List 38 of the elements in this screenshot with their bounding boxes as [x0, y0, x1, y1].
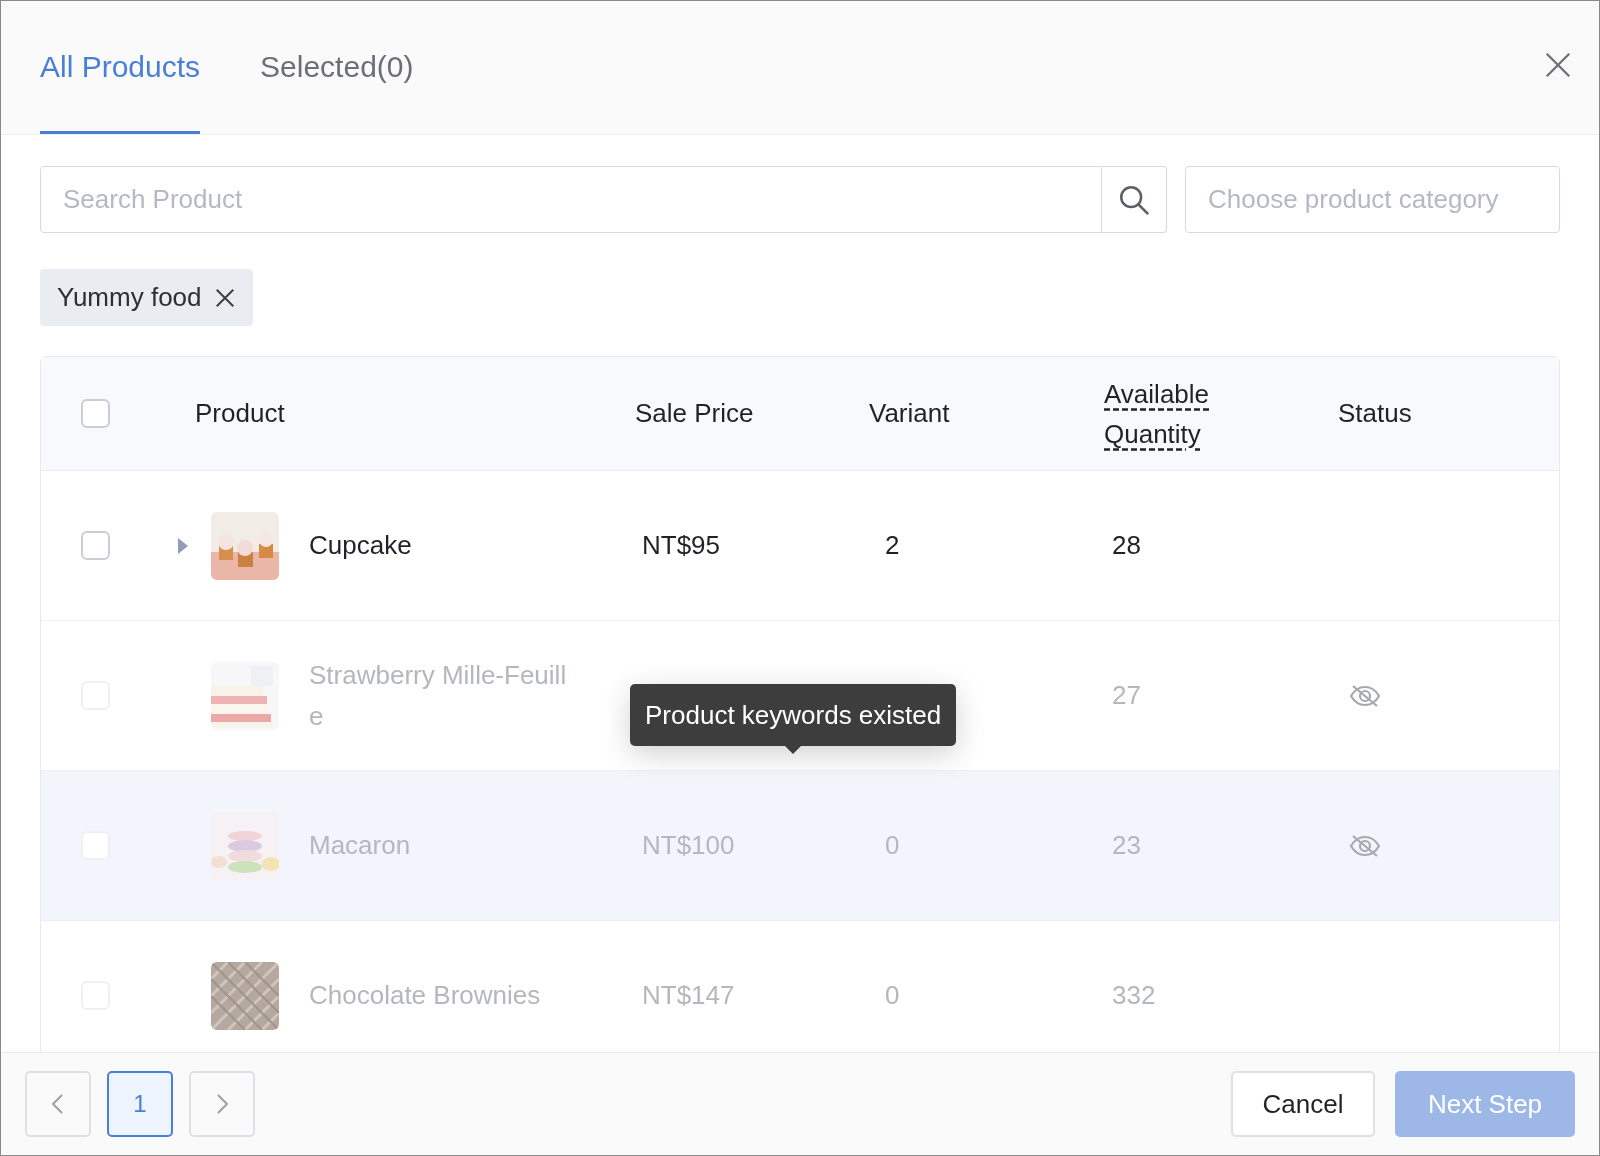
- table-cell: NT$147: [642, 980, 735, 1010]
- column-header[interactable]: Available Quantity: [1104, 373, 1224, 454]
- table-cell: 2: [885, 530, 900, 560]
- category-field[interactable]: Choose product category: [1185, 166, 1560, 233]
- cancel-button[interactable]: Cancel: [1231, 1071, 1375, 1137]
- tooltip-arrow-icon: [785, 746, 802, 754]
- chevron-left-icon: [51, 1093, 65, 1115]
- table-cell: 27: [1112, 680, 1141, 710]
- expand-caret-icon[interactable]: [177, 536, 189, 555]
- column-header: Product: [195, 398, 285, 428]
- search-button[interactable]: [1102, 166, 1167, 233]
- previous-page-button[interactable]: [25, 1071, 91, 1137]
- checkbox[interactable]: [81, 531, 110, 560]
- product-name: Cupcake: [309, 529, 413, 562]
- chevron-right-icon: [215, 1093, 229, 1115]
- product-name: Macaron: [309, 829, 412, 862]
- table-cell: 28: [1112, 530, 1141, 560]
- table-cell: 23: [1112, 830, 1141, 860]
- table-cell: 0: [885, 980, 900, 1010]
- product-name: Strawberry Mille-Feuille: [309, 658, 568, 733]
- close-icon[interactable]: [1543, 50, 1573, 80]
- column-header: Status: [1338, 398, 1412, 428]
- table-cell: 332: [1112, 980, 1156, 1010]
- checkbox[interactable]: [81, 399, 110, 428]
- product-name: Chocolate Brownies: [309, 979, 542, 1012]
- tab[interactable]: Selected(0): [260, 1, 414, 134]
- next-page-button[interactable]: [189, 1071, 255, 1137]
- column-header: Variant: [869, 398, 950, 428]
- table-cell: 0: [885, 830, 900, 860]
- tab[interactable]: All Products: [40, 1, 201, 134]
- table-cell: NT$100: [642, 830, 735, 860]
- page-button[interactable]: 1: [107, 1071, 173, 1137]
- search-field[interactable]: Search Product: [40, 166, 1102, 233]
- column-header: Sale Price: [635, 398, 754, 428]
- tooltip: Product keywords existed: [630, 684, 957, 746]
- table-cell: NT$95: [642, 530, 721, 560]
- close-icon[interactable]: [213, 286, 236, 309]
- chip-label: Yummy food: [57, 281, 202, 314]
